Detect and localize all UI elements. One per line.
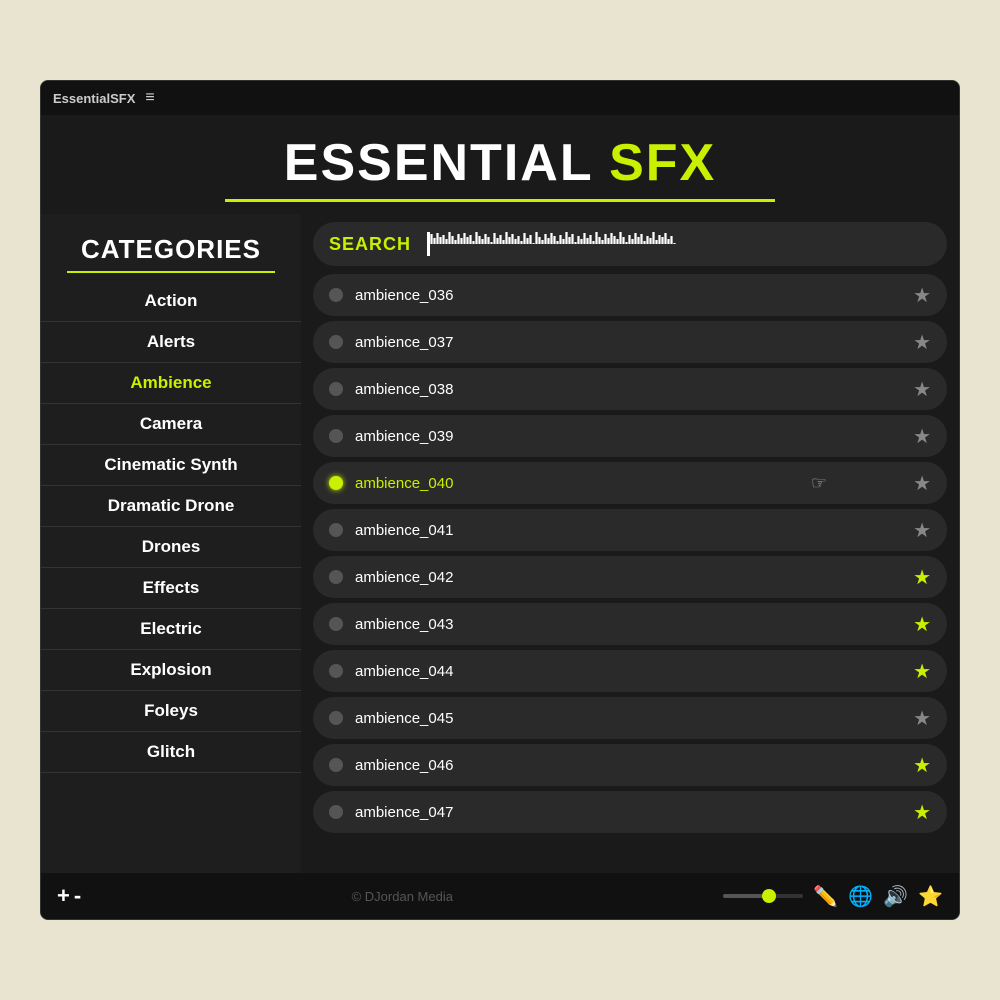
play-dot[interactable] [329, 758, 343, 772]
sound-name: ambience_047 [355, 804, 913, 821]
sidebar-item-electric[interactable]: Electric [41, 609, 301, 650]
waveform-display [421, 229, 931, 259]
sound-name: ambience_039 [355, 428, 913, 445]
title-bar: EssentialSFX ≡ [41, 81, 959, 115]
slider-track[interactable] [723, 894, 803, 898]
play-dot[interactable] [329, 429, 343, 443]
play-dot[interactable] [329, 523, 343, 537]
sound-name: ambience_046 [355, 757, 913, 774]
main-content: SEARCH [301, 214, 959, 873]
app-heading: ESSENTIAL SFX [41, 133, 959, 193]
zoom-controls: + - [57, 885, 81, 907]
sound-name: ambience_036 [355, 287, 913, 304]
categories-underline [67, 271, 275, 273]
star-icon[interactable]: ★ [913, 753, 931, 778]
volume-slider[interactable] [723, 894, 803, 898]
header-underline [225, 199, 776, 202]
sidebar-item-ambience[interactable]: Ambience [41, 363, 301, 404]
sidebar-item-drones[interactable]: Drones [41, 527, 301, 568]
sound-row[interactable]: ambience_047★ [313, 791, 947, 833]
sound-name: ambience_044 [355, 663, 913, 680]
sound-name: ambience_038 [355, 381, 913, 398]
search-label: SEARCH [329, 234, 411, 255]
star-icon[interactable]: ★ [913, 283, 931, 308]
sound-row[interactable]: ambience_038★ [313, 368, 947, 410]
sidebar-item-foleys[interactable]: Foleys [41, 691, 301, 732]
sidebar-item-glitch[interactable]: Glitch [41, 732, 301, 773]
sound-row[interactable]: ambience_044★ [313, 650, 947, 692]
sidebar-item-cinematic-synth[interactable]: Cinematic Synth [41, 445, 301, 486]
sidebar-item-explosion[interactable]: Explosion [41, 650, 301, 691]
sidebar-item-alerts[interactable]: Alerts [41, 322, 301, 363]
edit-icon[interactable]: ✏️ [813, 884, 838, 909]
sound-name: ambience_040 [355, 475, 913, 492]
sound-name: ambience_037 [355, 334, 913, 351]
play-dot[interactable] [329, 664, 343, 678]
sound-name: ambience_041 [355, 522, 913, 539]
play-dot[interactable] [329, 570, 343, 584]
play-dot[interactable] [329, 335, 343, 349]
bottom-right-controls: ✏️ 🌐 🔊 ⭐ [723, 884, 943, 909]
sounds-list: ambience_036★ambience_037★ambience_038★a… [313, 274, 947, 833]
main-header: ESSENTIAL SFX [41, 115, 959, 214]
heading-essential: ESSENTIAL [284, 134, 593, 192]
sidebar: CATEGORIES ActionAlertsAmbienceCameraCin… [41, 214, 301, 873]
sound-row[interactable]: ambience_041★ [313, 509, 947, 551]
star-icon[interactable]: ★ [913, 706, 931, 731]
play-dot[interactable] [329, 805, 343, 819]
heading-sfx: SFX [609, 134, 716, 192]
star-icon[interactable]: ★ [913, 612, 931, 637]
zoom-in-button[interactable]: + [57, 885, 70, 907]
sound-name: ambience_042 [355, 569, 913, 586]
star-icon[interactable]: ★ [913, 330, 931, 355]
star-icon[interactable]: ★ [913, 800, 931, 825]
categories-list: ActionAlertsAmbienceCameraCinematic Synt… [41, 281, 301, 773]
content-area: CATEGORIES ActionAlertsAmbienceCameraCin… [41, 214, 959, 873]
play-dot[interactable] [329, 382, 343, 396]
play-dot[interactable] [329, 288, 343, 302]
app-title: EssentialSFX [53, 91, 135, 106]
sound-row[interactable]: ambience_036★ [313, 274, 947, 316]
star-icon[interactable]: ★ [913, 659, 931, 684]
sound-name: ambience_043 [355, 616, 913, 633]
sound-row[interactable]: ambience_037★ [313, 321, 947, 363]
menu-icon[interactable]: ≡ [145, 89, 154, 107]
sound-row[interactable]: ambience_045★ [313, 697, 947, 739]
play-dot[interactable] [329, 476, 343, 490]
sidebar-item-action[interactable]: Action [41, 281, 301, 322]
sidebar-item-dramatic-drone[interactable]: Dramatic Drone [41, 486, 301, 527]
play-dot[interactable] [329, 617, 343, 631]
categories-title: CATEGORIES [41, 224, 301, 269]
sidebar-item-camera[interactable]: Camera [41, 404, 301, 445]
star-icon[interactable]: ★ [913, 471, 931, 496]
slider-thumb[interactable] [762, 889, 776, 903]
search-bar[interactable]: SEARCH [313, 222, 947, 266]
star-icon[interactable]: ★ [913, 377, 931, 402]
app-window: EssentialSFX ≡ ESSENTIAL SFX CATEGORIES … [40, 80, 960, 920]
star-icon[interactable]: ★ [913, 565, 931, 590]
sound-row[interactable]: ambience_042★ [313, 556, 947, 598]
copyright-text: © DJordan Media [81, 889, 723, 904]
sound-row[interactable]: ambience_043★ [313, 603, 947, 645]
volume-icon[interactable]: 🔊 [883, 884, 908, 909]
globe-icon[interactable]: 🌐 [848, 884, 873, 909]
sound-row[interactable]: ambience_046★ [313, 744, 947, 786]
star-icon[interactable]: ★ [913, 518, 931, 543]
sound-row[interactable]: ambience_039★ [313, 415, 947, 457]
sound-row[interactable]: ambience_040☞ ★ [313, 462, 947, 504]
star-icon[interactable]: ★ [913, 424, 931, 449]
slider-fill [723, 894, 763, 898]
favorites-icon[interactable]: ⭐ [918, 884, 943, 909]
sidebar-item-effects[interactable]: Effects [41, 568, 301, 609]
play-dot[interactable] [329, 711, 343, 725]
bottom-bar: + - © DJordan Media ✏️ 🌐 🔊 ⭐ [41, 873, 959, 919]
sound-name: ambience_045 [355, 710, 913, 727]
cursor-indicator: ☞ [811, 473, 827, 494]
zoom-out-button[interactable]: - [74, 885, 81, 907]
